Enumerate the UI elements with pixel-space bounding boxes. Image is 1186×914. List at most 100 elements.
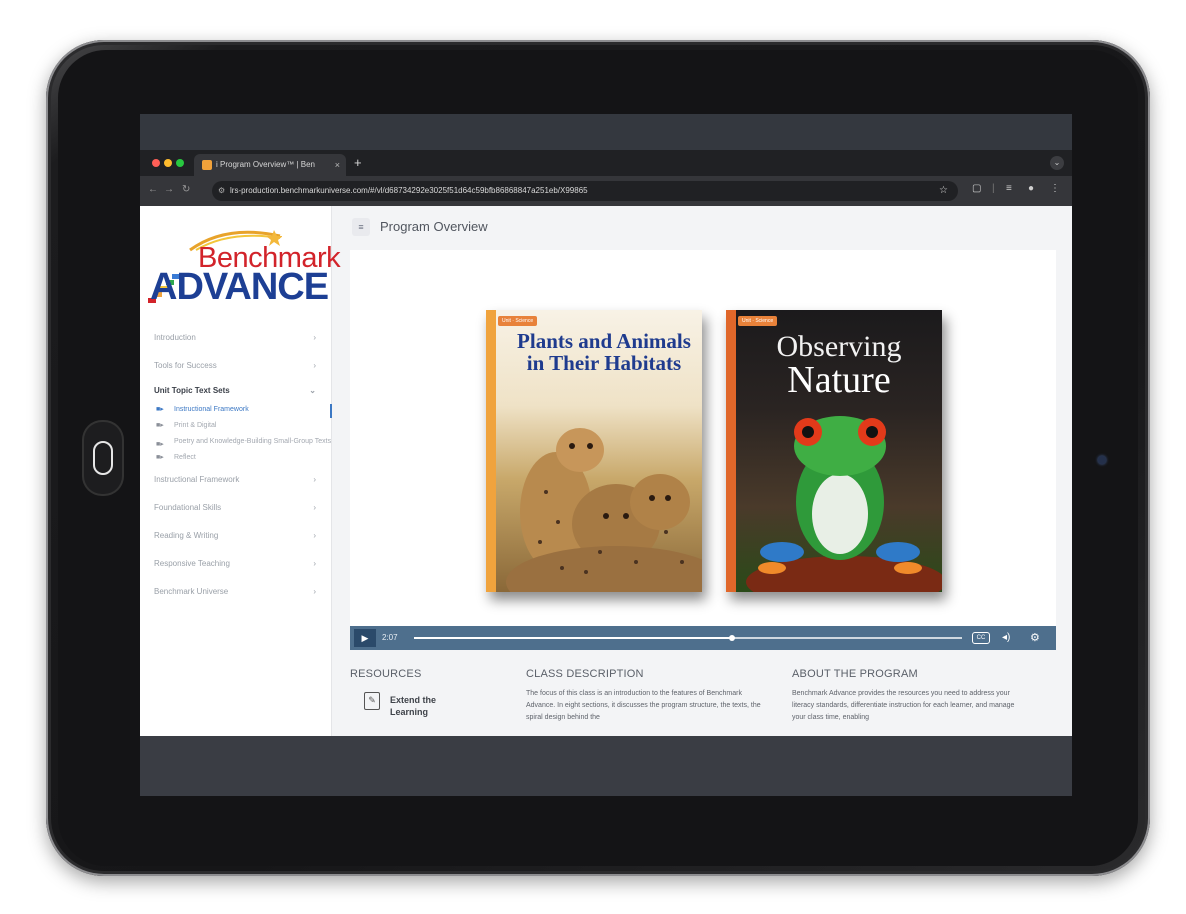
book-title-line1: Observing bbox=[776, 330, 902, 363]
sidebar-subitem-label: Reflect bbox=[174, 454, 196, 461]
chevron-right-icon: › bbox=[313, 333, 316, 342]
book-cover-plants-animals: Unit · Science Plants and Animals in The… bbox=[486, 310, 702, 592]
sidebar-item-responsive-teaching[interactable]: Responsive Teaching › bbox=[140, 550, 332, 578]
resources-heading: RESOURCES bbox=[350, 668, 422, 680]
video-camera-icon: ■▸ bbox=[156, 441, 164, 448]
sidebar-subitem-print-digital[interactable]: ■▸ Print & Digital bbox=[140, 418, 332, 434]
content-header: ≡ Program Overview bbox=[340, 206, 1072, 246]
class-description-text: The focus of this class is an introducti… bbox=[526, 690, 761, 721]
closed-captions-button[interactable]: CC bbox=[972, 632, 990, 644]
chevron-right-icon: › bbox=[313, 587, 316, 596]
browser-tab-bar: i Program Overview™ | Ben × + ⌄ bbox=[140, 150, 1072, 176]
video-camera-icon: ■▸ bbox=[156, 454, 164, 461]
sidebar-item-unit-topic-text-sets[interactable]: Unit Topic Text Sets ⌄ bbox=[140, 380, 332, 402]
gear-icon[interactable]: ⚙ bbox=[1030, 626, 1040, 650]
toolbar-divider: | bbox=[992, 183, 995, 194]
video-camera-icon: ■▸ bbox=[156, 422, 164, 429]
book-title: Plants and Animals in Their Habitats bbox=[517, 329, 691, 375]
document-edit-icon[interactable]: ✎ bbox=[364, 692, 380, 710]
sidebar-item-label: Unit Topic Text Sets bbox=[154, 386, 230, 395]
sidebar: Benchmark ADVANCE Introduction › Tools f… bbox=[140, 206, 341, 736]
video-progress-fill bbox=[414, 637, 732, 639]
sidebar-item-label: Benchmark Universe bbox=[154, 587, 229, 596]
web-page: Benchmark ADVANCE Introduction › Tools f… bbox=[140, 206, 1072, 736]
color-strip bbox=[486, 566, 496, 580]
home-button-ring bbox=[93, 441, 113, 475]
sidebar-item-instructional-framework[interactable]: Instructional Framework › bbox=[140, 466, 332, 494]
volume-icon[interactable]: ◂) bbox=[1002, 626, 1010, 650]
sidebar-nav: Introduction › Tools for Success › Unit … bbox=[140, 324, 332, 606]
sidebar-subitem-instructional-framework[interactable]: ■▸ Instructional Framework bbox=[140, 402, 332, 418]
book-badge: Unit · Science bbox=[498, 316, 538, 326]
video-player[interactable]: Unit · Science Plants and Animals in The… bbox=[350, 250, 1056, 650]
sidebar-item-label: Foundational Skills bbox=[154, 503, 222, 512]
chevron-right-icon: › bbox=[313, 559, 316, 568]
page-title: Program Overview bbox=[380, 219, 488, 234]
address-url: lrs-production.benchmarkuniverse.com/#/v… bbox=[230, 186, 588, 195]
book-title-line2: Nature bbox=[787, 359, 891, 401]
video-scrub-handle[interactable] bbox=[728, 635, 735, 641]
browser-toolbar: ← → ↻ ⚙ lrs-production.benchmarkuniverse… bbox=[140, 176, 1072, 206]
chevron-right-icon: › bbox=[313, 475, 316, 484]
about-program-text: Benchmark Advance provides the resources… bbox=[792, 690, 1015, 721]
screen-bottom-strip bbox=[140, 736, 1072, 796]
logo-advance-text: ADVANCE bbox=[150, 266, 329, 308]
site-info-icon[interactable]: ⚙ bbox=[218, 181, 225, 201]
sidebar-item-foundational-skills[interactable]: Foundational Skills › bbox=[140, 494, 332, 522]
about-program-heading: ABOUT THE PROGRAM bbox=[792, 668, 918, 680]
sidebar-subitem-reflect[interactable]: ■▸ Reflect bbox=[140, 450, 332, 466]
sidebar-item-label: Responsive Teaching bbox=[154, 559, 230, 568]
video-progress-track[interactable] bbox=[414, 635, 962, 641]
sidebar-subitem-poetry-small-group[interactable]: ■▸ Poetry and Knowledge-Building Small-G… bbox=[140, 434, 332, 450]
sidebar-item-label: Instructional Framework bbox=[154, 475, 240, 484]
address-bar[interactable]: ⚙ lrs-production.benchmarkuniverse.com/#… bbox=[212, 181, 958, 201]
maximize-window-icon[interactable] bbox=[176, 159, 184, 167]
play-button[interactable]: ▶ bbox=[354, 629, 376, 647]
tablet-screen: i Program Overview™ | Ben × + ⌄ ← → ↻ ⚙ … bbox=[140, 114, 1072, 796]
minimize-window-icon[interactable] bbox=[164, 159, 172, 167]
reading-mode-icon[interactable]: ≡ bbox=[1006, 183, 1012, 194]
menu-toggle-button[interactable]: ≡ bbox=[352, 218, 370, 236]
sidebar-item-introduction[interactable]: Introduction › bbox=[140, 324, 332, 352]
profile-icon[interactable]: ● bbox=[1028, 183, 1034, 194]
reload-icon[interactable]: ↻ bbox=[182, 184, 190, 195]
extensions-icon[interactable]: ▢ bbox=[972, 183, 981, 194]
tab-search-icon[interactable]: ⌄ bbox=[1050, 156, 1064, 170]
browser-tab-program-overview[interactable]: i Program Overview™ | Ben × bbox=[194, 154, 346, 176]
site-favicon-icon bbox=[202, 160, 212, 170]
book-badge: Unit · Science bbox=[738, 316, 778, 326]
video-camera-icon: ■▸ bbox=[156, 406, 164, 413]
benchmark-advance-logo[interactable]: Benchmark ADVANCE bbox=[146, 224, 341, 308]
screen-top-strip bbox=[140, 114, 1072, 150]
sidebar-subitem-label: Instructional Framework bbox=[174, 406, 249, 413]
class-description-heading: CLASS DESCRIPTION bbox=[526, 668, 644, 680]
color-strip bbox=[726, 566, 736, 580]
new-tab-button[interactable]: + bbox=[354, 154, 362, 172]
cheetah-cubs-illustration bbox=[506, 428, 702, 592]
sidebar-subitem-label: Print & Digital bbox=[174, 422, 217, 429]
tree-frog-illustration bbox=[746, 416, 942, 592]
sidebar-item-label: Tools for Success bbox=[154, 361, 217, 370]
sidebar-item-reading-writing[interactable]: Reading & Writing › bbox=[140, 522, 332, 550]
info-sections: RESOURCES ✎ Extend the Learning CLASS DE… bbox=[350, 668, 1056, 736]
sidebar-item-benchmark-universe[interactable]: Benchmark Universe › bbox=[140, 578, 332, 606]
back-arrow-icon[interactable]: ← bbox=[148, 184, 158, 195]
chevron-right-icon: › bbox=[313, 503, 316, 512]
sidebar-item-tools-for-success[interactable]: Tools for Success › bbox=[140, 352, 332, 380]
chevron-right-icon: › bbox=[313, 361, 316, 370]
more-menu-icon[interactable]: ⋮ bbox=[1050, 183, 1060, 194]
chevron-right-icon: › bbox=[313, 531, 316, 540]
sidebar-item-label: Introduction bbox=[154, 333, 196, 342]
home-button[interactable] bbox=[82, 420, 124, 496]
sidebar-subitem-label: Poetry and Knowledge-Building Small-Grou… bbox=[174, 438, 332, 445]
camera-icon bbox=[1098, 456, 1106, 464]
book-cover-observing-nature: Unit · Science Observing Nature bbox=[726, 310, 942, 592]
extend-learning-link[interactable]: Extend the Learning bbox=[390, 694, 470, 718]
bookmark-star-icon[interactable]: ☆ bbox=[939, 181, 948, 201]
video-controls: ▶ 2:07 CC ◂) ⚙ bbox=[350, 626, 1056, 650]
sidebar-item-label: Reading & Writing bbox=[154, 531, 219, 540]
video-time: 2:07 bbox=[382, 633, 398, 642]
close-tab-icon[interactable]: × bbox=[335, 154, 340, 176]
forward-arrow-icon[interactable]: → bbox=[164, 184, 174, 195]
close-window-icon[interactable] bbox=[152, 159, 160, 167]
